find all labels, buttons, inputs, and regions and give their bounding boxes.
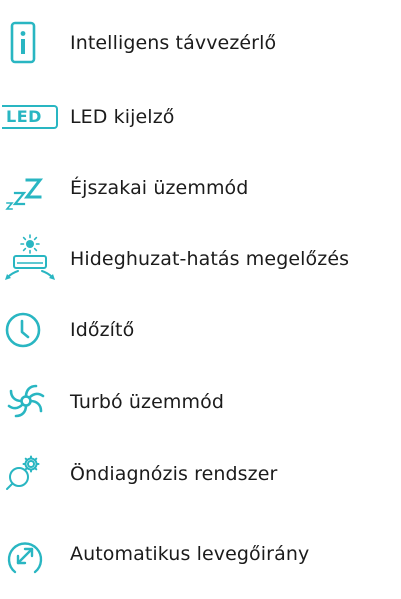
feature-label: Öndiagnózis rendszer [70,463,278,485]
air-conditioner-icon [0,226,62,292]
feature-item-night-mode: Éjszakai üzemmód [0,155,401,221]
feature-item-smart-remote: Intelligens távvezérlő [0,10,401,76]
clock-icon [0,297,62,363]
led-icon-text: LED [6,107,42,126]
auto-airflow-icon [0,521,62,587]
info-icon [0,10,62,76]
feature-item-led-display: LED LED kijelző [0,84,401,150]
feature-label: Időzítő [70,319,135,341]
feature-label: Turbó üzemmód [70,391,225,413]
feature-item-cold-draft-prevention: Hideghuzat-hatás megelőzés [0,226,401,292]
feature-label: Hideghuzat-hatás megelőzés [70,248,350,270]
feature-label: Intelligens távvezérlő [70,32,277,54]
feature-label: Automatikus levegőirány [70,543,310,565]
feature-label: Éjszakai üzemmód [70,177,249,199]
feature-label: LED kijelző [70,106,175,128]
sleep-zzz-icon [0,155,62,221]
led-icon: LED [0,84,62,150]
feature-item-timer: Időzítő [0,297,401,363]
feature-item-auto-airflow: Automatikus levegőirány [0,521,401,587]
feature-item-turbo-mode: Turbó üzemmód [0,369,401,435]
feature-item-self-diagnosis: Öndiagnózis rendszer [0,441,401,507]
feature-list: Intelligens távvezérlő LED LED kijelző É… [0,0,401,599]
self-diagnosis-icon [0,441,62,507]
turbo-icon [0,369,62,435]
